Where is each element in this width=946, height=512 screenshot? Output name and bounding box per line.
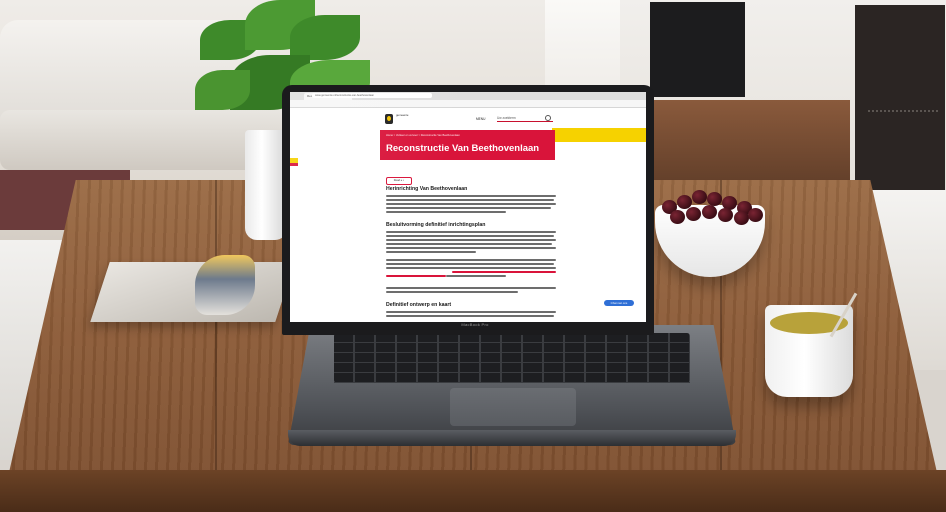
- browser-address-bar: [290, 100, 646, 108]
- blackboard-scribbles: [868, 110, 938, 194]
- television: [650, 2, 745, 97]
- section-heading: Besluitvorming definitief inrichtingspla…: [386, 222, 486, 228]
- paragraph-link[interactable]: [386, 275, 446, 277]
- keyboard-rows: [334, 333, 690, 383]
- cherry: [702, 205, 717, 219]
- paragraph-line: [446, 275, 506, 277]
- photo-scene: MacBook Pro Reconstructie Van Beethovenl…: [0, 0, 946, 512]
- paragraph-line: [386, 239, 556, 241]
- logo-text: gemeente: [396, 113, 409, 117]
- paragraph-line: [386, 207, 551, 209]
- section-heading: Herinrichting Van Beethovenlaan: [386, 186, 468, 192]
- paragraph-line: [386, 263, 554, 265]
- site-header: [290, 108, 646, 130]
- plant-pot: [245, 130, 287, 240]
- chat-button[interactable]: Chat met ons: [604, 300, 634, 306]
- paragraph-line: [386, 231, 556, 233]
- paragraph-line: [386, 267, 556, 269]
- side-red-block: [290, 163, 298, 166]
- rolled-magazine: [195, 255, 255, 315]
- address-input[interactable]: www.gemeente.nl/reconstructie-van-beetho…: [312, 93, 432, 98]
- laptop-brand-label: MacBook Pro: [461, 322, 489, 327]
- cherry: [718, 208, 733, 222]
- table-edge: [0, 470, 946, 512]
- municipality-logo-icon[interactable]: [385, 114, 393, 124]
- paragraph-line: [386, 243, 552, 245]
- paragraph-line: [386, 247, 556, 249]
- laptop-front-edge: [288, 430, 736, 446]
- cherry: [686, 207, 701, 221]
- plant-leaf: [290, 15, 360, 60]
- paragraph-link[interactable]: [452, 271, 556, 273]
- section-heading: Definitief ontwerp en kaart: [386, 302, 452, 308]
- paragraph-line: [386, 195, 556, 197]
- yellow-banner-strip: [552, 128, 646, 142]
- paragraph-line: [386, 315, 554, 317]
- magazine: [90, 262, 295, 322]
- paragraph-line: [386, 259, 556, 261]
- page-title: Reconstructie Van Beethovenlaan: [386, 143, 540, 154]
- table-plank-seam: [215, 180, 217, 512]
- cherry: [670, 210, 685, 224]
- cherry: [748, 208, 763, 222]
- paragraph-line: [386, 199, 554, 201]
- paragraph-line: [386, 291, 518, 293]
- cherry: [707, 192, 722, 206]
- menu-link[interactable]: MENU: [476, 117, 485, 121]
- plant-leaf: [195, 70, 250, 110]
- readspeaker-button[interactable]: Read ≡ ♪: [386, 177, 412, 185]
- paragraph-line: [386, 311, 556, 313]
- paragraph-line: [386, 203, 556, 205]
- paragraph-line: [386, 251, 476, 253]
- cherry: [692, 190, 707, 204]
- trackpad: [450, 388, 576, 426]
- paragraph-line: [386, 211, 506, 213]
- breadcrumb[interactable]: Home > Verkeer en vervoer > Reconstructi…: [386, 134, 460, 137]
- search-icon[interactable]: [545, 115, 551, 121]
- paragraph-line: [386, 287, 556, 289]
- paragraph-line: [386, 235, 554, 237]
- cherry: [734, 211, 749, 225]
